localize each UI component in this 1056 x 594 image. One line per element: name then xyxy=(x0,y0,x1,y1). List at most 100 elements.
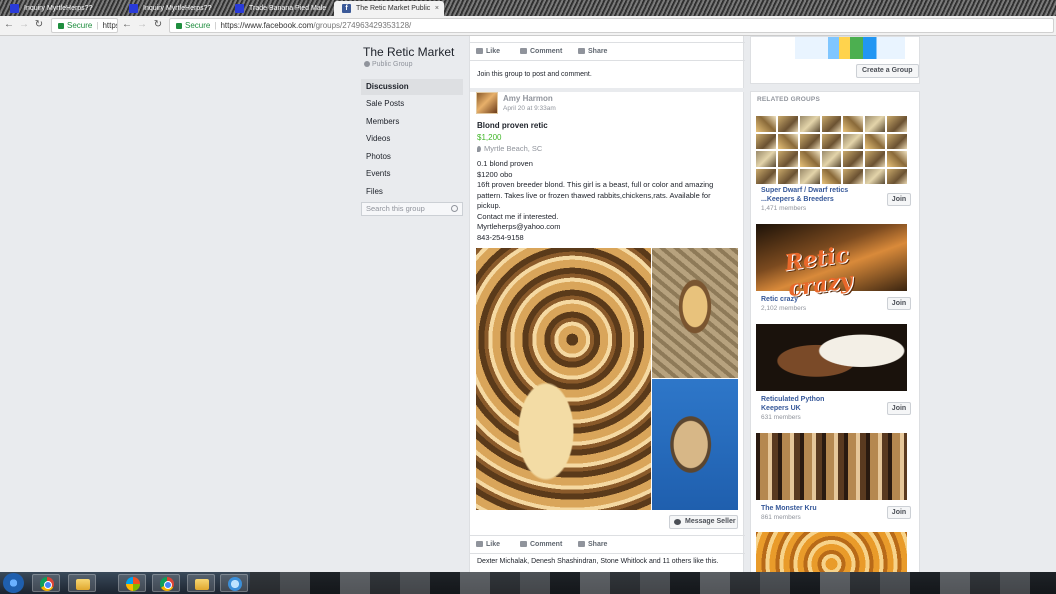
like-button[interactable]: Like xyxy=(476,48,500,55)
group-name[interactable]: The Retic Market xyxy=(363,45,454,59)
share-button[interactable]: Share xyxy=(578,48,607,55)
post-photo-tertiary[interactable] xyxy=(652,379,738,510)
share-button[interactable]: Share xyxy=(578,541,607,548)
browser-tab[interactable]: Inquiry MyrtleHerps?? xyxy=(121,1,229,16)
app-icon xyxy=(228,577,242,591)
post-location: Myrtle Beach, SC xyxy=(477,144,542,153)
browser-tab-strip: Inquiry MyrtleHerps?? Inquiry MyrtleHerp… xyxy=(0,0,1056,16)
join-group-button[interactable]: Join xyxy=(887,506,911,519)
related-group-members: 861 members xyxy=(761,514,801,521)
related-group-name[interactable]: Retic crazy xyxy=(761,295,798,304)
share-icon xyxy=(578,48,585,54)
like-icon xyxy=(476,541,483,547)
author-avatar[interactable] xyxy=(476,92,498,114)
post-actions: Like Comment Share xyxy=(470,537,745,553)
url-text: https: xyxy=(102,21,117,30)
taskbar-explorer-button[interactable] xyxy=(68,574,96,592)
location-text: Myrtle Beach, SC xyxy=(484,144,543,153)
post-photo-secondary[interactable] xyxy=(652,248,738,378)
back-arrow-icon[interactable]: ← xyxy=(3,19,15,31)
nav-events[interactable]: Events xyxy=(361,166,463,182)
browser-tab-title: Trade Banana Pied Male xyxy=(249,5,327,12)
windows-logo-icon xyxy=(126,577,140,591)
like-button[interactable]: Like xyxy=(476,541,500,548)
taskbar-chrome-button[interactable] xyxy=(152,574,180,592)
comment-button[interactable]: Comment xyxy=(520,48,562,55)
globe-icon xyxy=(364,61,370,67)
comment-button[interactable]: Comment xyxy=(520,541,562,548)
taskbar-app-button[interactable] xyxy=(220,574,248,592)
related-group-image[interactable] xyxy=(756,116,907,184)
browser-tab[interactable]: Inquiry MyrtleHerps?? xyxy=(2,1,114,16)
related-group-image[interactable] xyxy=(756,433,907,500)
forward-arrow-icon[interactable]: → xyxy=(136,19,148,31)
nav-sale-posts[interactable]: Sale Posts xyxy=(361,96,463,112)
reload-icon[interactable]: ↻ xyxy=(33,19,45,31)
related-group-image[interactable] xyxy=(756,324,907,391)
search-placeholder: Search this group xyxy=(366,204,425,213)
lock-icon xyxy=(58,23,64,29)
folder-icon xyxy=(195,579,209,590)
secure-label: Secure xyxy=(185,21,211,30)
related-group-name[interactable]: Reticulated Python Keepers UK xyxy=(761,395,841,413)
post-body-line: Contact me if interested. xyxy=(477,211,559,221)
comment-icon xyxy=(520,48,527,54)
nav-discussion[interactable]: Discussion xyxy=(361,79,463,95)
search-icon[interactable] xyxy=(451,205,458,212)
create-group-button[interactable]: Create a Group xyxy=(856,64,919,78)
back-arrow-icon[interactable]: ← xyxy=(121,19,133,31)
nav-photos[interactable]: Photos xyxy=(361,149,463,165)
related-group-name[interactable]: Super Dwarf / Dwarf retics ...Keepers & … xyxy=(761,186,881,204)
reload-icon[interactable]: ↻ xyxy=(152,19,164,31)
post-price: $1,200 xyxy=(477,133,502,142)
lock-icon xyxy=(176,23,182,29)
browser-tab-active[interactable]: f The Retic Market Public × xyxy=(334,1,444,16)
taskbar-background xyxy=(250,572,1056,594)
group-privacy: Public Group xyxy=(364,61,412,68)
join-note: Join this group to post and comment. xyxy=(477,71,592,78)
nav-files[interactable]: Files xyxy=(361,184,463,200)
post-actions-top: Like Comment Share xyxy=(470,44,745,60)
forward-arrow-icon[interactable]: → xyxy=(18,19,30,31)
divider xyxy=(470,42,745,43)
like-icon xyxy=(476,48,483,54)
nav-members[interactable]: Members xyxy=(361,114,463,130)
join-group-button[interactable]: Join xyxy=(887,402,911,415)
taskbar-windows-button[interactable] xyxy=(118,574,146,592)
windows-start-icon[interactable] xyxy=(3,573,24,593)
taskbar-chrome-button[interactable] xyxy=(32,574,60,592)
url-path: /groups/274963429353128/ xyxy=(313,21,412,30)
related-group-name[interactable]: The Monster Kru xyxy=(761,504,817,513)
join-group-button[interactable]: Join xyxy=(887,193,911,206)
browser-tab-title: The Retic Market Public xyxy=(356,5,431,12)
join-group-button[interactable]: Join xyxy=(887,297,911,310)
url-host: https://www.facebook.com xyxy=(220,21,314,30)
left-browser-toolbar: ← → ↻ Secure|https: xyxy=(0,16,118,36)
address-bar[interactable]: Secure|https: xyxy=(51,18,118,33)
group-feed: Like Comment Share Join this group to po… xyxy=(469,36,745,576)
facebook-favicon-icon: f xyxy=(342,4,351,13)
group-type-label: Public Group xyxy=(372,61,413,68)
message-seller-button[interactable]: Message Seller xyxy=(669,515,738,529)
post-body-line: 0.1 blond proven xyxy=(477,159,533,168)
browser-tab-title: Inquiry MyrtleHerps?? xyxy=(24,5,93,12)
post-photo-main[interactable] xyxy=(476,248,651,510)
chrome-icon xyxy=(40,577,54,591)
tab-close-icon[interactable]: × xyxy=(435,1,439,16)
windows-taskbar xyxy=(0,572,1056,594)
post-timestamp[interactable]: April 20 at 9:33am xyxy=(503,105,556,112)
tab-favicon-icon xyxy=(10,4,19,13)
post-title: Blond proven retic xyxy=(477,121,548,130)
divider xyxy=(470,88,745,92)
related-group-image[interactable] xyxy=(756,532,907,572)
browser-tab[interactable]: Trade Banana Pied Male xyxy=(227,1,333,16)
post-likers[interactable]: Dexter Michalak, Denesh Shashindran, Sto… xyxy=(477,558,719,565)
browser-toolbar: ← → ↻ Secure | https://www.facebook.com/gr… xyxy=(118,16,1056,36)
address-bar[interactable]: Secure | https://www.facebook.com/groups/2… xyxy=(169,18,1054,33)
group-search-input[interactable]: Search this group xyxy=(361,202,463,216)
related-group-image[interactable]: Retic crazy xyxy=(756,224,907,302)
comment-icon xyxy=(520,541,527,547)
nav-videos[interactable]: Videos xyxy=(361,131,463,147)
post-author[interactable]: Amy Harmon xyxy=(503,94,553,103)
taskbar-explorer-button[interactable] xyxy=(187,574,215,592)
